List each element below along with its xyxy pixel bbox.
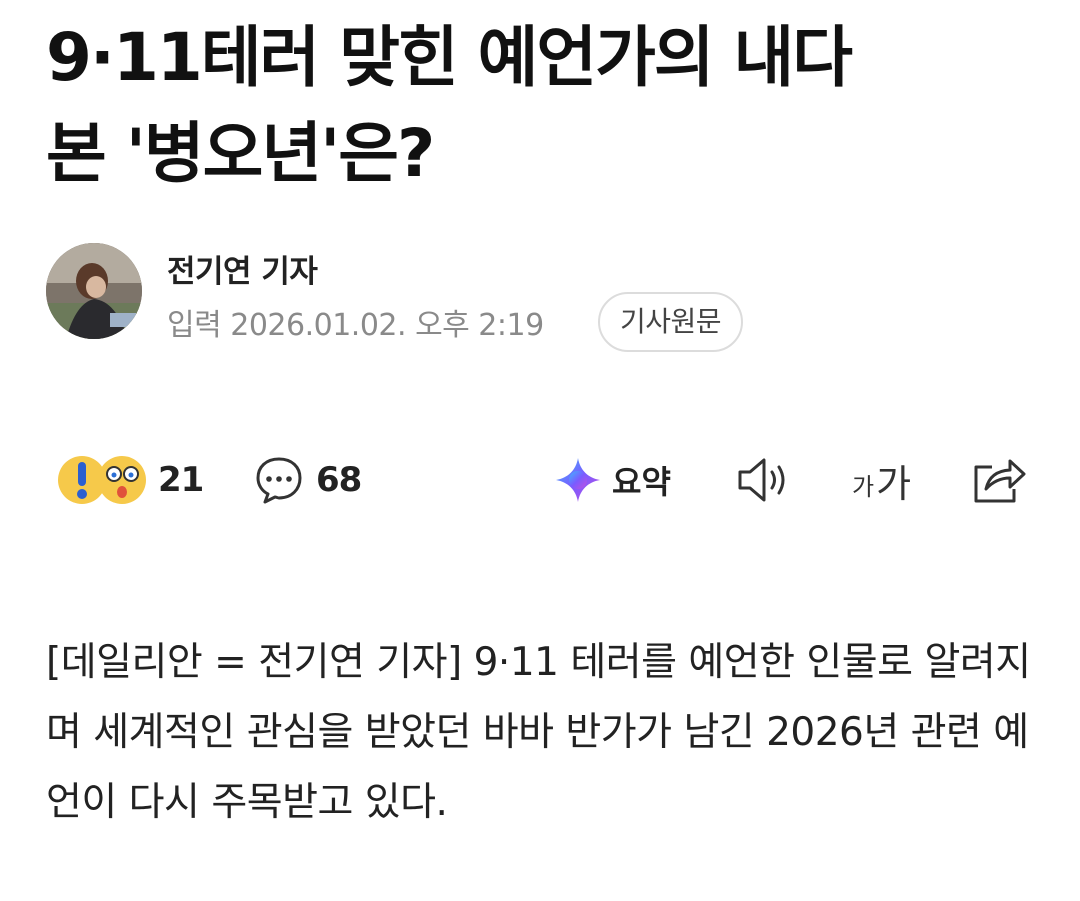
comment-button[interactable]: 68 [254,440,362,520]
font-size-button[interactable]: 가 가 [852,440,911,520]
reporter-avatar[interactable] [46,243,142,339]
article-body: [데일리안 = 전기연 기자] 9·11 테러를 예언한 인물로 알려지며 세계… [46,640,1031,825]
font-size-small-label: 가 [852,472,875,501]
article-title-line2: 본 '병오년'은? [46,115,435,192]
tts-button[interactable] [736,440,794,520]
reaction-emoji-icon [56,452,152,508]
article-title: 9·11테러 맞힌 예언가의 내다 본 '병오년'은? [46,10,1046,202]
byline: 전기연 기자 입력 2026.01.02. 오후 2:19 기사원문 [46,240,1046,352]
reaction-count: 21 [158,460,204,500]
published-time: 입력 2026.01.02. 오후 2:19 [167,308,544,343]
original-article-button[interactable]: 기사원문 [598,292,744,352]
share-icon [970,453,1028,507]
summary-button[interactable]: 요약 [554,440,671,520]
reaction-button[interactable]: 21 [56,440,204,520]
article-title-line1: 9·11테러 맞힌 예언가의 내다 [46,19,853,96]
share-button[interactable] [970,440,1028,520]
reporter-name[interactable]: 전기연 기자 [167,246,318,291]
speech-bubble-icon [254,455,304,505]
font-size-large-label: 가 [876,461,912,506]
speaker-icon [736,455,794,505]
ai-sparkle-icon [554,456,602,504]
comment-count: 68 [316,460,362,500]
summary-label: 요약 [612,463,671,501]
article-toolbar: 21 68 요약 가 가 [0,440,1080,520]
